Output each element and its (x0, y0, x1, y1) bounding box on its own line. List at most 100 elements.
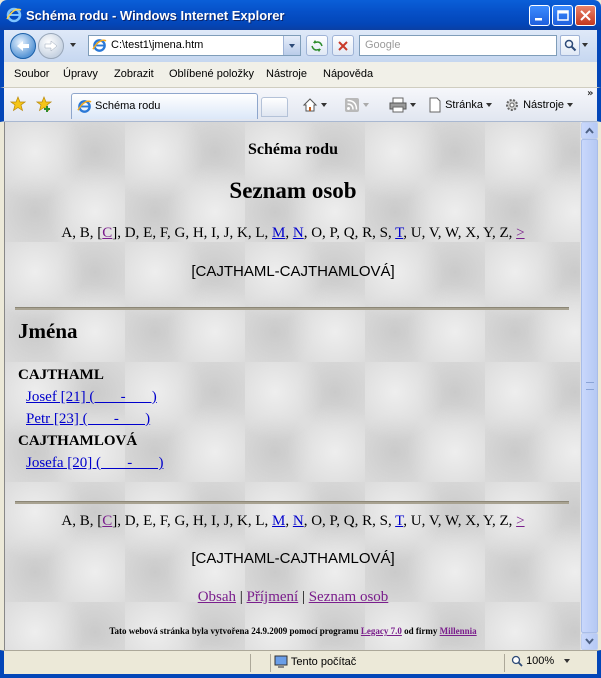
alphabet-letter: U (410, 225, 422, 241)
credit-company-link[interactable]: Millennia (440, 626, 477, 636)
alphabet-letter: H (192, 225, 204, 241)
alphabet-letter: P (329, 225, 337, 241)
new-tab-button[interactable] (261, 97, 288, 117)
alphabet-letter: Q (343, 513, 355, 529)
maximize-button[interactable] (552, 5, 573, 26)
alphabet-letter: D (124, 225, 136, 241)
alphabet-letter-link[interactable]: T (395, 225, 403, 241)
print-button[interactable] (389, 97, 416, 115)
address-dropdown-icon[interactable] (283, 36, 300, 55)
alphabet-letter-link[interactable]: C (102, 225, 112, 241)
window-title: Schéma rodu - Windows Internet Explorer (26, 8, 285, 23)
alphabet-letter: X (465, 513, 477, 529)
stop-button[interactable] (332, 35, 354, 56)
alphabet-letter-link[interactable]: C (102, 513, 112, 529)
alphabet-letter: V (428, 225, 438, 241)
page-content: Schéma rodu Seznam osob A, B, [C], D, E,… (5, 122, 580, 650)
chevron-down-icon (585, 638, 594, 645)
zoom-icon (511, 655, 523, 667)
zoom-level: 100% (526, 655, 555, 667)
alphabet-letter-link[interactable]: M (272, 513, 285, 529)
menu-item-zobrazit[interactable]: Zobrazit (114, 68, 154, 80)
alphabet-letter-link[interactable]: T (395, 513, 403, 529)
credit-text: Tato webová stránka byla vytvořena 24.9.… (109, 626, 361, 636)
menu-item-upravy[interactable]: Úpravy (63, 68, 98, 80)
printer-icon (389, 97, 407, 113)
address-field[interactable]: C:\test1\jmena.htm (88, 35, 301, 56)
person-link[interactable]: Josefa [20] ( - ) (26, 455, 163, 472)
forward-button[interactable] (38, 33, 64, 59)
add-favorite-star-icon[interactable] (36, 96, 52, 112)
credit-line: Tato webová stránka byla vytvořena 24.9.… (5, 626, 580, 636)
footer-link-obsah[interactable]: Obsah (198, 589, 236, 605)
stop-icon (338, 41, 348, 51)
minimize-button[interactable] (529, 5, 550, 26)
person-link[interactable]: Josef [21] ( - ) (26, 389, 157, 406)
ie-page-icon (92, 39, 107, 52)
address-url: C:\test1\jmena.htm (111, 39, 204, 51)
alphabet-next-link[interactable]: > (516, 225, 524, 241)
scroll-thumb[interactable] (581, 139, 598, 633)
credit-program-link[interactable]: Legacy 7.0 (361, 626, 402, 636)
alphabet-letter-link[interactable]: N (293, 225, 304, 241)
search-placeholder: Google (365, 39, 401, 51)
alphabet-letter: P (329, 513, 337, 529)
home-icon (302, 98, 318, 112)
tab-schema-rodu[interactable]: Schéma rodu (71, 93, 258, 119)
alphabet-letter: A (61, 225, 73, 241)
gear-icon (506, 99, 518, 111)
alphabet-letter: L (255, 513, 265, 529)
menu-item-soubor[interactable]: Soubor (14, 68, 49, 80)
alphabet-letter: S (379, 225, 388, 241)
back-button[interactable] (10, 33, 36, 59)
alphabet-letter: J (223, 225, 230, 241)
history-dropdown-icon[interactable] (70, 43, 76, 47)
tab-label: Schéma rodu (95, 100, 161, 112)
alphabet-letter: K (237, 225, 248, 241)
title-bar[interactable]: Schéma rodu - Windows Internet Explorer (0, 0, 601, 30)
tools-menu-button[interactable]: Nástroje (504, 97, 574, 115)
search-options-dropdown-icon[interactable] (582, 43, 588, 47)
list-heading: Seznam osob (229, 178, 357, 203)
vertical-scrollbar[interactable] (580, 122, 598, 650)
close-button[interactable] (575, 5, 596, 26)
alphabet-letter: I (211, 225, 217, 241)
alphabet-letter: O (311, 513, 323, 529)
search-button[interactable] (560, 35, 580, 56)
footer-link-prijmeni[interactable]: Příjmení (247, 589, 299, 605)
search-input[interactable]: Google (359, 35, 557, 56)
alphabet-letter: E (143, 513, 153, 529)
forward-arrow-icon (44, 40, 58, 52)
minimize-icon (535, 18, 542, 21)
alphabet-letter-link[interactable]: M (272, 225, 285, 241)
alphabet-letter: H (192, 513, 204, 529)
page-menu-label: Stránka (445, 98, 483, 111)
zoom-control[interactable]: 100% (511, 655, 571, 667)
favorites-center-star-icon[interactable] (10, 96, 26, 112)
alphabet-letter: I (211, 513, 217, 529)
alphabet-next-link[interactable]: > (516, 513, 524, 529)
scroll-up-button[interactable] (581, 122, 598, 139)
alphabet-letter: O (311, 225, 323, 241)
feeds-button[interactable] (344, 97, 369, 115)
page-menu-button[interactable]: Stránka (428, 97, 492, 115)
alphabet-letter: J (223, 513, 230, 529)
alphabet-letter: R (362, 513, 373, 529)
alphabet-letter: Y (483, 513, 492, 529)
menu-item-nastroje[interactable]: Nástroje (266, 68, 307, 80)
footer-link-seznam-osob[interactable]: Seznam osob (309, 589, 389, 605)
home-button[interactable] (302, 97, 327, 115)
person-link[interactable]: Petr [23] ( - ) (26, 411, 150, 428)
alphabet-letter-link[interactable]: N (293, 513, 304, 529)
more-tools-chevron-icon[interactable]: » (587, 88, 593, 99)
alphabet-letter: V (428, 513, 438, 529)
menu-item-napoveda[interactable]: Nápověda (323, 68, 373, 80)
refresh-button[interactable] (306, 35, 328, 56)
scroll-down-button[interactable] (581, 633, 598, 650)
alphabet-letter: Q (343, 225, 355, 241)
address-toolbar: C:\test1\jmena.htm Google (0, 30, 601, 62)
credit-text-middle: od firmy (401, 626, 440, 636)
menu-item-oblibene[interactable]: Oblíbené položky (169, 68, 254, 80)
security-zone[interactable]: Tento počítač (274, 655, 356, 669)
surname-heading: CAJTHAMLOVÁ (18, 433, 138, 449)
